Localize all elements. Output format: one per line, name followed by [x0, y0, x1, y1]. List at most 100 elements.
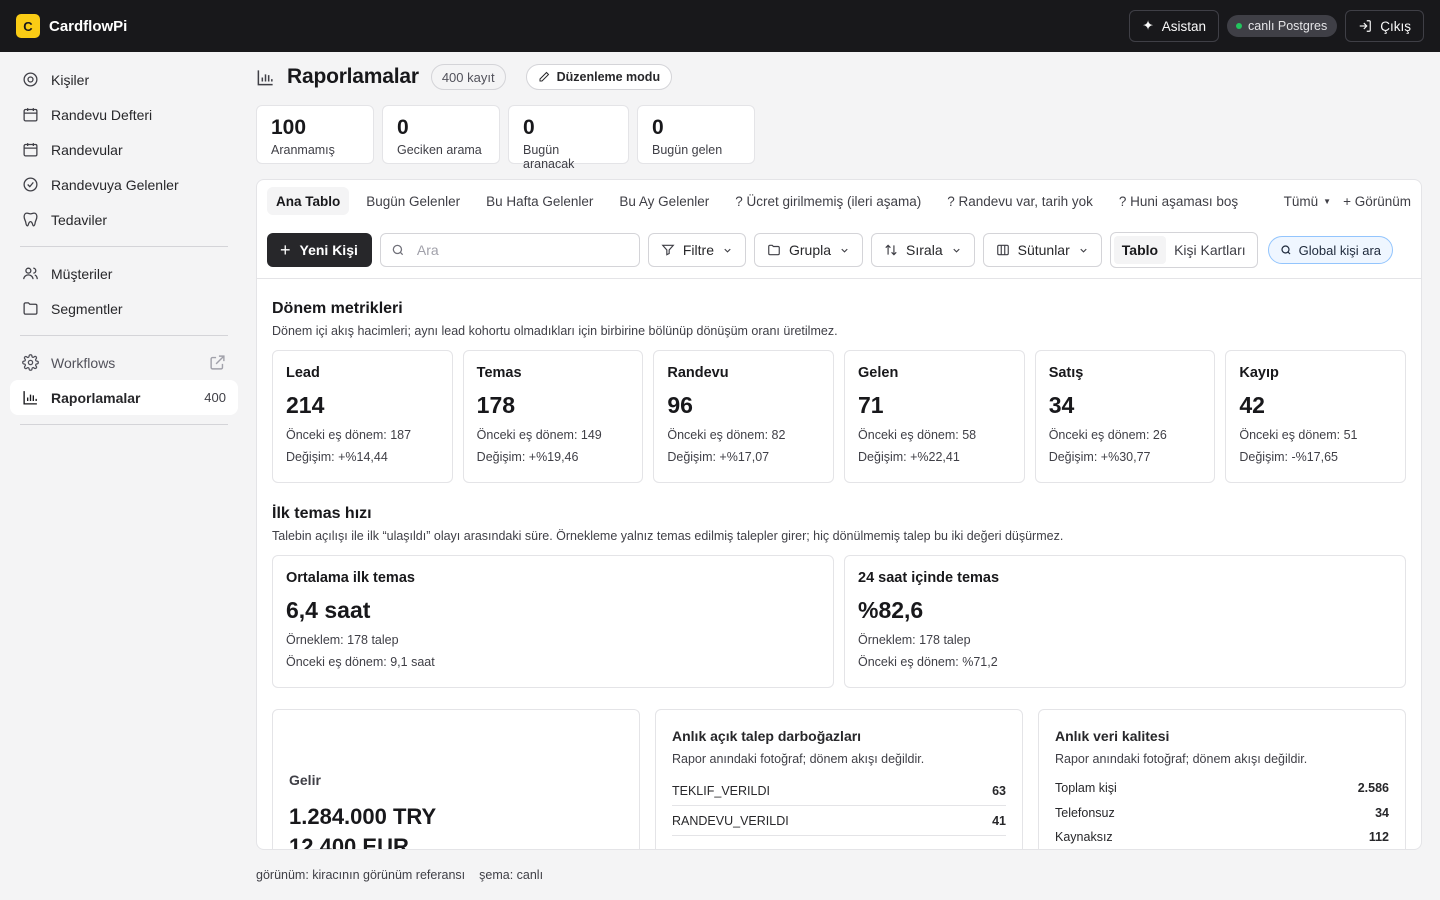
sidebar-item-kisiler[interactable]: Kişiler [10, 62, 238, 97]
plus-icon: + [280, 240, 291, 260]
app-title[interactable]: CardflowPi [49, 18, 127, 35]
calendar-icon [23, 108, 38, 122]
sidebar-item-label: Raporlamalar [51, 389, 141, 406]
sidebar-item-tedaviler[interactable]: Tedaviler [10, 202, 238, 237]
data-quality-value: 2.586 [1357, 781, 1389, 796]
view-table-option[interactable]: Tablo [1113, 236, 1167, 264]
metric-title: Gelen [858, 365, 899, 381]
data-quality-value: 112 [1368, 830, 1389, 845]
caret-down-icon: ▼ [1323, 196, 1332, 206]
bottleneck-description: Rapor anındaki fotoğraf; dönem akışı değ… [672, 752, 925, 766]
search-box[interactable] [379, 233, 640, 267]
sidebar-item-musteriler[interactable]: Müşteriler [10, 256, 238, 291]
metric-cards: Lead 214 Önceki eş dönem: 187 Değişim: +… [272, 350, 1407, 483]
columns-button[interactable]: Sütunlar [982, 233, 1102, 267]
metric-title: Ortalama ilk temas [286, 570, 415, 586]
edit-mode-button[interactable]: Düzenleme modu [525, 64, 673, 90]
metric-change: Değişim: -%17,65 [1239, 450, 1339, 464]
stat-card[interactable]: 0 Bugün gelen [637, 105, 755, 164]
data-quality-row: Kaynaksız 112 [1055, 825, 1389, 849]
all-views-dropdown[interactable]: Tümü ▼ [1284, 194, 1331, 209]
snapshot-cards: Gelir 1.284.000 TRY 12.400 EUR Anlık açı… [272, 709, 1406, 849]
tab-huni-asamasi-bos[interactable]: ? Huni aşaması boş [1110, 187, 1247, 215]
stat-value: 0 [523, 116, 535, 139]
all-views-label: Tümü [1283, 193, 1319, 209]
logout-icon [1359, 20, 1372, 32]
metric-sample: Örneklem: 178 talep [858, 633, 971, 647]
view-reference-text: görünüm: kiracının görünüm referansı [256, 868, 466, 882]
sidebar-item-segmentler[interactable]: Segmentler [10, 291, 238, 326]
tab-bugun-gelenler[interactable]: Bugün Gelenler [357, 187, 469, 215]
logout-button[interactable]: Çıkış [1345, 10, 1424, 42]
sidebar-item-randevular[interactable]: Randevular [10, 132, 238, 167]
metric-value: 6,4 saat [286, 597, 371, 623]
target-icon [23, 72, 38, 87]
stat-label: Bugün aranacak [523, 143, 575, 171]
sort-label: Sırala [906, 242, 943, 258]
metric-sample: Örneklem: 178 talep [286, 633, 399, 647]
bottleneck-row: RANDEVU_VERILDI 41 [672, 806, 1006, 836]
metric-title: Satış [1048, 365, 1084, 381]
page-title: Raporlamalar [287, 65, 419, 88]
tab-ana-tablo[interactable]: Ana Tablo [267, 187, 350, 215]
tab-bu-hafta-gelenler[interactable]: Bu Hafta Gelenler [477, 187, 602, 215]
folder-icon [768, 244, 780, 256]
app-logo[interactable]: C [16, 14, 40, 38]
search-input[interactable] [416, 242, 617, 258]
view-cards-option[interactable]: Kişi Kartları [1166, 236, 1254, 264]
db-status-badge: canlı Postgres [1227, 15, 1338, 37]
sidebar-divider [20, 335, 228, 336]
metric-card-satis: Satış 34 Önceki eş dönem: 26 Değişim: +%… [1034, 350, 1216, 483]
report-panel: Ana Tablo Bugün Gelenler Bu Hafta Gelenl… [256, 179, 1422, 850]
metric-change: Değişim: +%19,46 [476, 450, 579, 464]
metric-previous: Önceki eş dönem: 187 [286, 428, 412, 442]
revenue-title: Gelir [289, 772, 321, 788]
metric-change: Değişim: +%14,44 [286, 450, 388, 464]
metric-previous: Önceki eş dönem: 9,1 saat [286, 655, 435, 669]
sidebar-item-label: Workflows [51, 354, 116, 371]
stat-value: 0 [397, 116, 409, 139]
bottleneck-value: 41 [992, 813, 1006, 828]
stat-label: Aranmamış [271, 143, 335, 157]
revenue-card: Gelir 1.284.000 TRY 12.400 EUR [272, 709, 640, 849]
filter-button[interactable]: Filtre [647, 233, 746, 267]
edit-mode-label: Düzenleme modu [556, 70, 661, 84]
stat-card[interactable]: 0 Geciken arama [382, 105, 500, 164]
metric-change: Değişim: +%17,07 [667, 450, 770, 464]
sort-button[interactable]: Sırala [871, 233, 975, 267]
section-description: Talebin açılışı ile ilk “ulaşıldı” olayı… [272, 529, 1064, 543]
search-icon [392, 244, 403, 256]
sidebar-item-randevu-defteri[interactable]: Randevu Defteri [10, 97, 238, 132]
stat-card[interactable]: 100 Aranmamış [256, 105, 374, 164]
tab-randevu-tarih-yok[interactable]: ? Randevu var, tarih yok [938, 187, 1102, 215]
metric-previous: Önceki eş dönem: 149 [476, 428, 602, 442]
metric-previous: Önceki eş dönem: 82 [667, 428, 786, 442]
metric-title: 24 saat içinde temas [858, 570, 1000, 586]
stat-card[interactable]: 0 Bugün aranacak [508, 105, 629, 171]
sidebar-item-workflows[interactable]: Workflows [10, 345, 238, 380]
stat-label: Geciken arama [397, 143, 482, 157]
assistant-button[interactable]: ✦ Asistan [1129, 10, 1220, 42]
chevron-down-icon [1080, 248, 1087, 253]
toolbar: + Yeni Kişi Filtre Grupla Sırala Sütunla… [257, 222, 1421, 279]
metric-value: 71 [858, 392, 884, 418]
folder-icon [23, 302, 38, 315]
metric-change: Değişim: +%30,77 [1048, 450, 1151, 464]
add-view-button[interactable]: + Görünüm [1343, 194, 1411, 209]
sidebar-item-raporlamalar[interactable]: Raporlamalar 400 [10, 380, 238, 415]
sidebar-item-randevuya-gelenler[interactable]: Randevuya Gelenler [10, 167, 238, 202]
calendar-icon [23, 143, 38, 157]
tab-bu-ay-gelenler[interactable]: Bu Ay Gelenler [610, 187, 718, 215]
metric-value: %82,6 [858, 597, 924, 623]
sidebar-item-label: Randevular [51, 141, 123, 158]
sidebar-item-label: Kişiler [51, 71, 90, 88]
metric-title: Lead [286, 365, 320, 381]
data-quality-description: Rapor anındaki fotoğraf; dönem akışı değ… [1055, 752, 1308, 766]
tab-ucret-girilmemis[interactable]: ? Ücret girilmemiş (ileri aşama) [726, 187, 930, 215]
metric-card-lead: Lead 214 Önceki eş dönem: 187 Değişim: +… [272, 350, 453, 483]
group-label: Grupla [789, 242, 832, 258]
group-button[interactable]: Grupla [754, 233, 864, 267]
new-person-button[interactable]: + Yeni Kişi [267, 233, 372, 267]
global-search-button[interactable]: Global kişi ara [1267, 236, 1394, 264]
page-header: Raporlamalar 400 kayıt Düzenleme modu [256, 64, 673, 90]
